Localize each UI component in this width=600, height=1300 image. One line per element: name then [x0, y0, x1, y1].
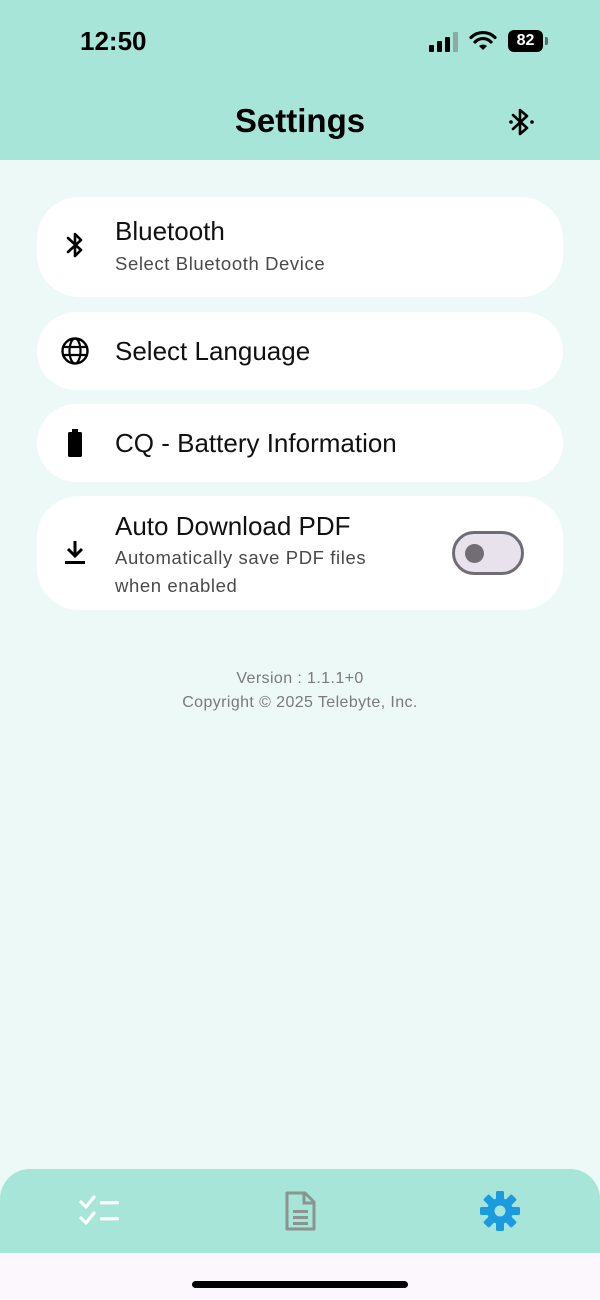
home-indicator-area: [0, 1253, 600, 1300]
document-icon: [285, 1191, 316, 1231]
auto-pdf-title: Auto Download PDF: [115, 511, 351, 541]
bluetooth-icon: [60, 230, 90, 260]
status-time: 12:50: [80, 26, 147, 56]
bluetooth-subtitle: Select Bluetooth Device: [115, 253, 326, 274]
bluetooth-searching-icon[interactable]: [505, 104, 539, 140]
nav-checklist[interactable]: [70, 1187, 130, 1235]
copyright-text: Copyright © 2025 Telebyte, Inc.: [182, 694, 418, 711]
status-indicators: 82: [429, 27, 548, 55]
gear-icon: [480, 1191, 520, 1231]
app-header: 12:50 82 Settings: [0, 0, 600, 160]
auto-pdf-toggle[interactable]: [452, 531, 524, 575]
nav-settings[interactable]: [470, 1187, 530, 1235]
download-icon: [60, 538, 90, 568]
bottom-navigation: [0, 1169, 600, 1253]
battery-title: CQ - Battery Information: [115, 428, 397, 458]
select-language-setting[interactable]: Select Language: [37, 312, 563, 390]
globe-icon: [60, 336, 90, 366]
cellular-signal-icon: [429, 30, 458, 52]
auto-pdf-subtitle: Automatically save PDF files when enable…: [115, 547, 367, 596]
bluetooth-title: Bluetooth: [115, 216, 225, 246]
checklist-icon: [79, 1195, 119, 1225]
battery-information-setting[interactable]: CQ - Battery Information: [37, 404, 563, 482]
home-indicator[interactable]: [192, 1281, 408, 1288]
battery-icon: [60, 428, 90, 458]
auto-download-pdf-setting: Auto Download PDF Automatically save PDF…: [37, 496, 563, 610]
bluetooth-setting[interactable]: Bluetooth Select Bluetooth Device: [37, 197, 563, 297]
battery-indicator: 82: [508, 30, 548, 52]
wifi-icon: [469, 30, 497, 50]
nav-document[interactable]: [270, 1187, 330, 1235]
toggle-knob: [465, 544, 484, 563]
battery-level: 82: [508, 30, 543, 52]
version-text: Version : 1.1.1+0: [236, 670, 364, 687]
language-title: Select Language: [115, 336, 311, 366]
